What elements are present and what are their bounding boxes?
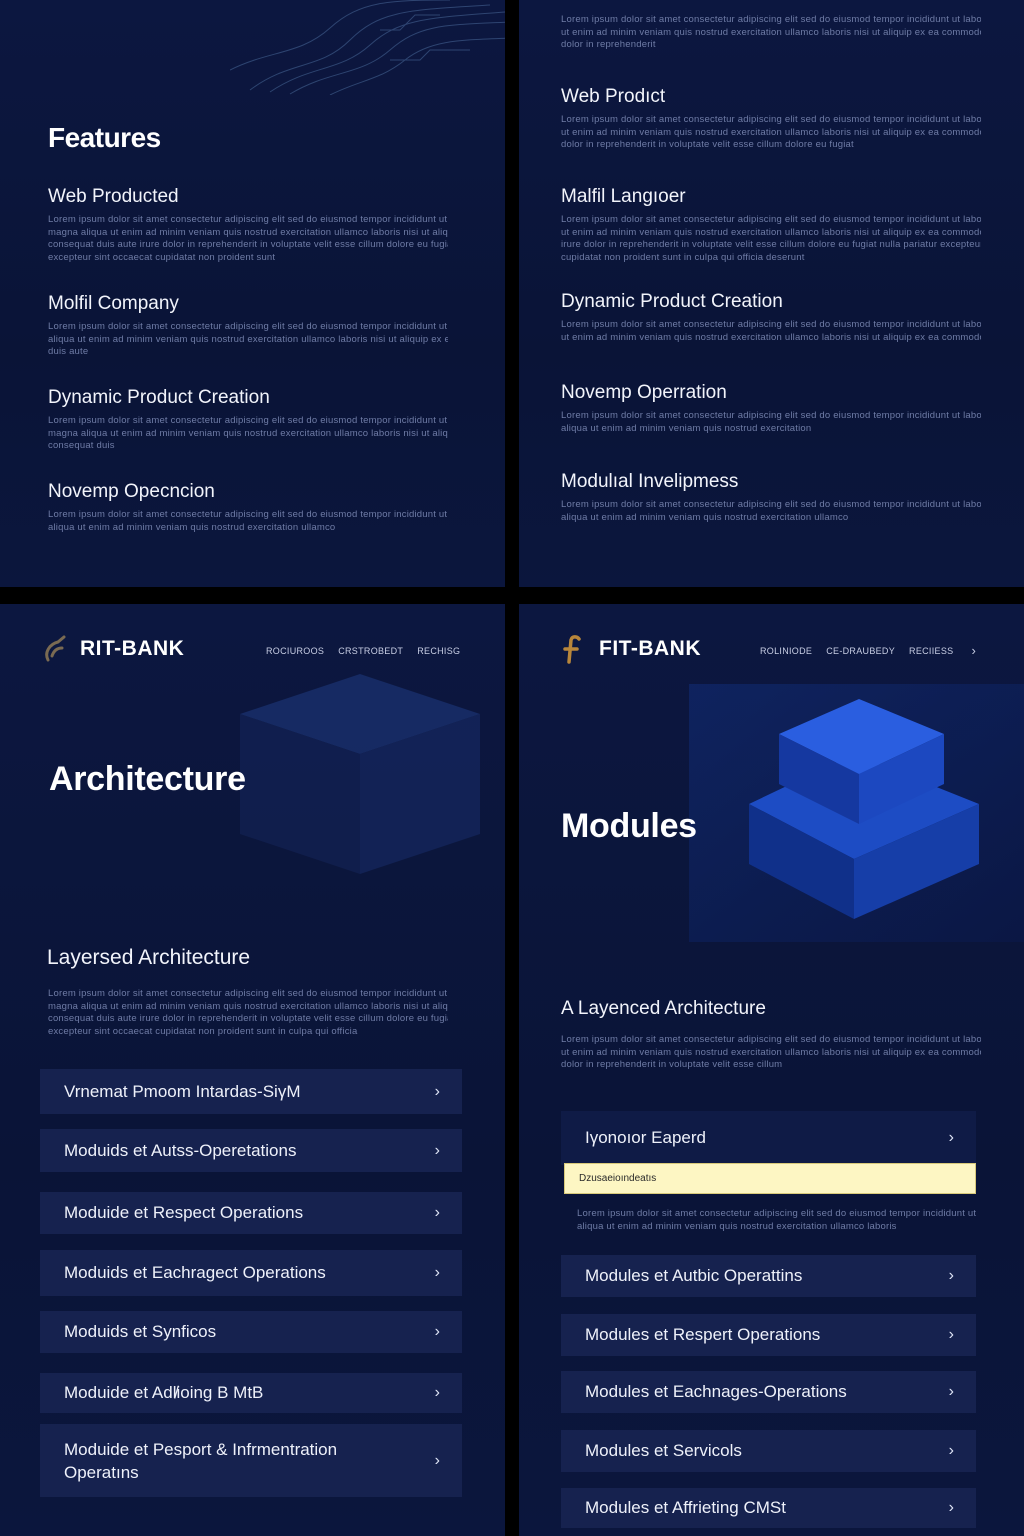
feature-description: Lorem ipsum dolor sit amet consectetur a… <box>561 114 981 150</box>
section-title: A Layenced Architecture <box>561 998 766 1019</box>
section-description: Lorem ipsum dolor sit amet consectetur a… <box>48 988 448 1037</box>
accordion-label: Iγonoıor Eaperd <box>585 1128 706 1147</box>
feature-heading: Molfil Company <box>48 293 179 314</box>
feature-heading: Dynamic Product Creation <box>561 291 783 312</box>
feature-description: Lorem ipsum dolor sit amet consectetur a… <box>561 499 981 523</box>
feature-description: Lorem ipsum dolor sit amet consectetur a… <box>561 319 981 343</box>
nav-item[interactable]: RECHISG <box>417 646 460 656</box>
cube-stack-graphic <box>689 684 1024 942</box>
brand-name: FIT-BANK <box>599 637 701 660</box>
accordion-label: Moduids et Eachragect Operations <box>64 1263 326 1282</box>
feature-block: Dynamic Product Creation Lorem ipsum dol… <box>561 291 981 344</box>
highlighted-row[interactable]: Dzusaeioındeatıs <box>564 1163 976 1194</box>
feature-description: Lorem ipsum dolor sit amet consectetur a… <box>48 321 448 357</box>
chevron-right-icon: › <box>434 1141 440 1159</box>
feature-block: Modulıal Invelipmess Lorem ipsum dolor s… <box>561 471 981 524</box>
nav-item[interactable]: CE-DRAUBEDY <box>826 646 895 656</box>
cube-decoration <box>240 674 480 874</box>
feature-heading: Web Prodıct <box>561 86 666 107</box>
feature-block: Novemp Operration Lorem ipsum dolor sit … <box>561 382 981 435</box>
logo-icon <box>563 635 581 664</box>
accordion-label: Modules et Servicols <box>585 1441 742 1460</box>
feature-block: Novemp Opecncion Lorem ipsum dolor sit a… <box>48 481 448 534</box>
nav-item[interactable]: ROLINIODE <box>760 646 812 656</box>
accordion-label: Modules et Affrieting CMSt <box>585 1498 786 1517</box>
section-description: Lorem ipsum dolor sit amet consectetur a… <box>561 1034 981 1070</box>
nav-item[interactable]: RECIIESS <box>909 646 953 656</box>
brand[interactable]: FIT-BANK <box>559 634 701 664</box>
accordion-item[interactable]: Moduids et Synficos › <box>40 1311 462 1353</box>
accordion-label: Moduide et Respect Operations <box>64 1203 304 1222</box>
circuit-decoration <box>230 0 505 95</box>
feature-heading: Novemp Opecncion <box>48 481 215 502</box>
hero-title: Modules <box>561 807 697 845</box>
logo-icon <box>45 635 66 662</box>
accordion-label: Moduide et Pesport & Infrmentration Oper… <box>64 1439 338 1482</box>
accordion-item[interactable]: Modules et Servicols › <box>561 1430 976 1472</box>
chevron-right-icon: › <box>434 1451 440 1469</box>
feature-description: Lorem ipsum dolor sit amet consectetur a… <box>48 214 448 263</box>
feature-heading: Modulıal Invelipmess <box>561 471 739 492</box>
feature-description: Lorem ipsum dolor sit amet consectetur a… <box>48 415 448 451</box>
feature-description: Lorem ipsum dolor sit amet consectetur a… <box>561 214 981 263</box>
chevron-right-icon: › <box>434 1082 440 1100</box>
accordion-item[interactable]: Modules et Respert Operations › <box>561 1314 976 1356</box>
accordion-item[interactable]: Vrnemat Pmoom Intardas-SiγM › <box>40 1069 462 1114</box>
intro-text: Lorem ipsum dolor sit amet consectetur a… <box>561 14 981 50</box>
feature-heading: Novemp Operration <box>561 382 727 403</box>
feature-block: Web Producted Lorem ipsum dolor sit amet… <box>48 186 448 264</box>
top-nav: ROLINIODE CE-DRAUBEDY RECIIESS › <box>760 644 976 657</box>
accordion-item[interactable]: Modules et Eachnages-Operations › <box>561 1371 976 1413</box>
brand-name: RIT-BANK <box>80 637 185 660</box>
feature-description: Lorem ipsum dolor sit amet consectetur a… <box>561 410 981 434</box>
chevron-right-icon: › <box>434 1323 440 1340</box>
brand[interactable]: RIT-BANK <box>40 634 184 664</box>
feature-block: Dynamic Product Creation Lorem ipsum dol… <box>48 387 448 453</box>
accordion-label: Moduids et Synficos <box>64 1322 217 1341</box>
accordion-item[interactable]: Moduids et Eachragect Operations › <box>40 1250 462 1296</box>
features-title: Features <box>48 122 161 153</box>
accordion-label: Modules et Autbic Operattins <box>585 1266 803 1285</box>
top-nav: ROCIUROOS CRSTROBEDT RECHISG <box>266 646 460 656</box>
features-detail-panel: Lorem ipsum dolor sit amet consectetur a… <box>519 0 1024 587</box>
accordion-item[interactable]: Modules et Autbic Operattins › <box>561 1255 976 1297</box>
chevron-right-icon: › <box>434 1204 440 1221</box>
chevron-right-icon: › <box>434 1264 440 1281</box>
chevron-right-icon: › <box>948 1383 954 1400</box>
chevron-right-icon: › <box>948 1267 954 1284</box>
accordion-item[interactable]: Modules et Affrieting CMSt › <box>561 1488 976 1528</box>
feature-block: Malfil Langıoer Lorem ipsum dolor sit am… <box>561 186 981 264</box>
accordion-item[interactable]: Moduide et Adl̸ioing B MtB › <box>40 1373 462 1413</box>
accordion-label: Vrnemat Pmoom Intardas-SiγM <box>64 1081 301 1101</box>
accordion-item[interactable]: Moduide et Pesport & Infrmentration Oper… <box>40 1424 462 1497</box>
accordion-label: Modules et Respert Operations <box>585 1325 821 1344</box>
features-panel: Features Web Producted Lorem ipsum dolor… <box>0 0 505 587</box>
feature-heading: Web Producted <box>48 186 179 207</box>
accordion-label: Modules et Eachnages-Operations <box>585 1382 847 1401</box>
accordion-item[interactable]: Moduids et Autss-Operetations › <box>40 1129 462 1172</box>
chevron-right-icon: › <box>948 1499 954 1516</box>
accordion-item[interactable]: Moduide et Respect Operations › <box>40 1192 462 1234</box>
accordion-label: Moduids et Autss-Operetations <box>64 1140 297 1160</box>
nav-item[interactable]: ROCIUROOS <box>266 646 324 656</box>
hero-title: Architecture <box>49 760 246 798</box>
feature-block: Molfil Company Lorem ipsum dolor sit ame… <box>48 293 448 359</box>
accordion-label: Moduide et Adl̸ioing B MtB <box>64 1383 264 1402</box>
modules-panel: FIT-BANK ROLINIODE CE-DRAUBEDY RECIIESS … <box>519 604 1024 1536</box>
architecture-panel: RIT-BANK ROCIUROOS CRSTROBEDT RECHISG Ar… <box>0 604 505 1536</box>
chevron-right-icon: › <box>434 1384 440 1401</box>
section-title: Layersed Architecture <box>47 946 251 969</box>
feature-heading: Malfil Langıoer <box>561 186 686 207</box>
accordion-item-expanded[interactable]: Iγonoıor Eaperd › <box>561 1111 976 1165</box>
nav-item[interactable]: CRSTROBEDT <box>338 646 403 656</box>
feature-description: Lorem ipsum dolor sit amet consectetur a… <box>48 509 448 533</box>
chevron-right-icon: › <box>948 1442 954 1459</box>
chevron-right-icon: › <box>948 1326 954 1343</box>
feature-block: Web Prodıct Lorem ipsum dolor sit amet c… <box>561 86 981 152</box>
chevron-right-icon[interactable]: › <box>971 644 976 657</box>
expanded-description: Lorem ipsum dolor sit amet consectetur a… <box>577 1208 977 1232</box>
chevron-right-icon: › <box>948 1129 954 1146</box>
feature-heading: Dynamic Product Creation <box>48 387 270 408</box>
